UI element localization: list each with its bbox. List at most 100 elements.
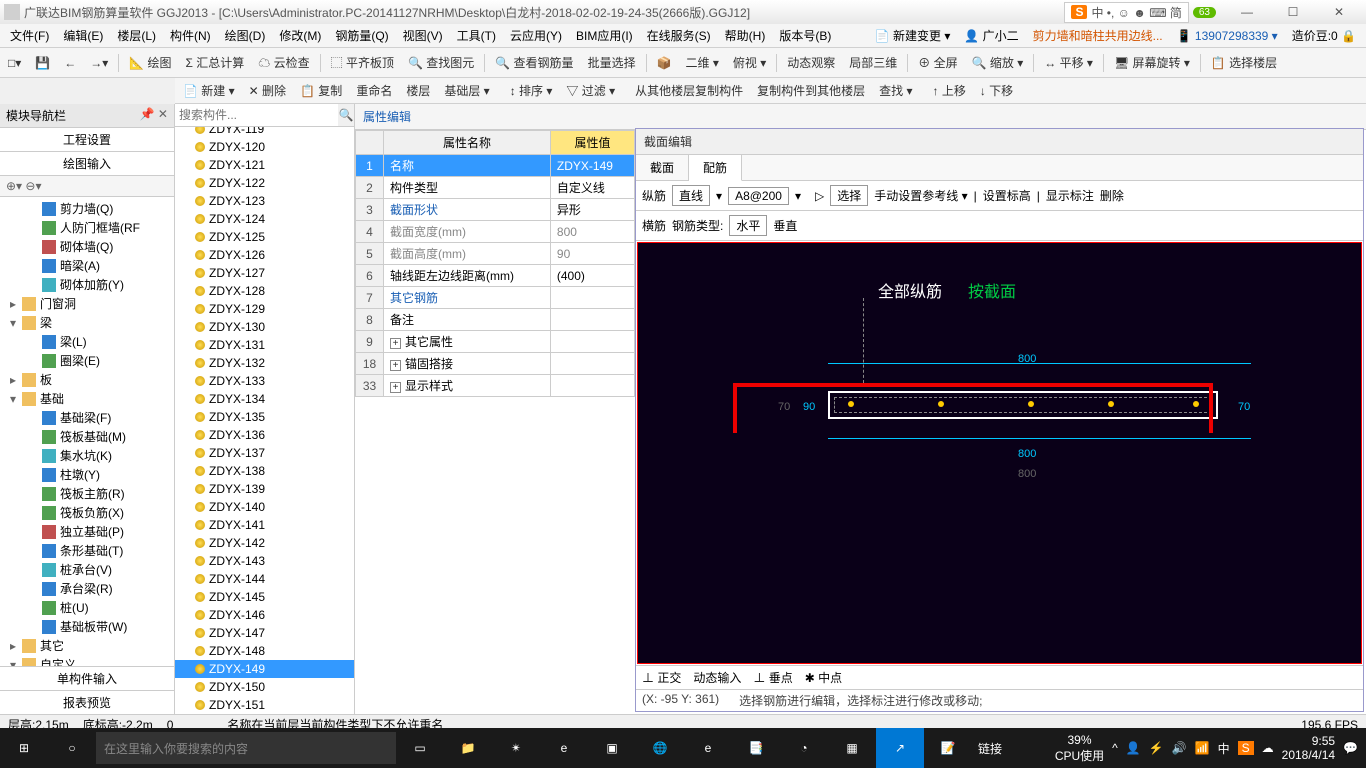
toolbar-item[interactable]: ⬚ 平齐板顶: [327, 54, 398, 71]
new-change[interactable]: 📄 新建变更 ▾: [869, 27, 957, 44]
delete-btn[interactable]: 删除: [1100, 187, 1124, 204]
tree-item[interactable]: ▸板: [2, 370, 172, 389]
component-item[interactable]: ZDYX-139: [175, 480, 354, 498]
select-button[interactable]: 选择: [830, 185, 868, 206]
component-item[interactable]: ZDYX-149: [175, 660, 354, 678]
toolbar-item[interactable]: 二维 ▾: [682, 54, 723, 71]
min-button[interactable]: —: [1224, 0, 1270, 24]
menu-item[interactable]: 构件(N): [164, 27, 217, 44]
component-item[interactable]: ZDYX-141: [175, 516, 354, 534]
component-item[interactable]: ZDYX-142: [175, 534, 354, 552]
ortho[interactable]: ⊥ 正交: [642, 669, 681, 686]
search-icon[interactable]: 🔍: [338, 104, 354, 126]
task-view-icon[interactable]: ▭: [396, 728, 444, 768]
menu-item[interactable]: 钢筋量(Q): [329, 27, 394, 44]
toolbar-item[interactable]: ▽ 过滤 ▾: [562, 82, 619, 99]
menu-item[interactable]: 编辑(E): [57, 27, 109, 44]
toolbar-item[interactable]: 🖥 屏幕旋转 ▾: [1110, 54, 1194, 71]
toolbar-item[interactable]: ↔ 平移 ▾: [1040, 54, 1097, 71]
component-item[interactable]: ZDYX-134: [175, 390, 354, 408]
tree-item[interactable]: 基础梁(F): [2, 408, 172, 427]
user-label[interactable]: 👤 广小二: [958, 27, 1024, 44]
tree-item[interactable]: 暗梁(A): [2, 256, 172, 275]
tab-single[interactable]: 单构件输入: [0, 666, 174, 690]
toolbar-item[interactable]: 局部三维: [845, 54, 901, 71]
component-item[interactable]: ZDYX-124: [175, 210, 354, 228]
menu-item[interactable]: 修改(M): [273, 27, 327, 44]
component-item[interactable]: ZDYX-138: [175, 462, 354, 480]
menu-item[interactable]: 工具(T): [451, 27, 502, 44]
component-item[interactable]: ZDYX-137: [175, 444, 354, 462]
tree-item[interactable]: 人防门框墙(RF: [2, 218, 172, 237]
component-item[interactable]: ZDYX-143: [175, 552, 354, 570]
tree-item[interactable]: 筏板基础(M): [2, 427, 172, 446]
property-row[interactable]: 9+其它属性: [356, 331, 635, 353]
line-button[interactable]: 直线: [672, 185, 710, 206]
toolbar-item[interactable]: 俯视 ▾: [729, 54, 770, 71]
set-height[interactable]: 设置标高: [983, 187, 1031, 204]
toolbar-item[interactable]: 📐 绘图: [125, 54, 175, 71]
tree-item[interactable]: ▸其它: [2, 636, 172, 655]
menu-item[interactable]: 绘图(D): [219, 27, 272, 44]
toolbar-item[interactable]: →▾: [86, 56, 112, 70]
toolbar-item[interactable]: 📦: [653, 56, 676, 70]
midpoint[interactable]: ✱ 中点: [805, 669, 842, 686]
toolbar-item[interactable]: 动态观察: [783, 54, 839, 71]
property-row[interactable]: 18+锚固搭接: [356, 353, 635, 375]
tree-item[interactable]: 剪力墙(Q): [2, 199, 172, 218]
toolbar-item[interactable]: 🔍 缩放 ▾: [968, 54, 1028, 71]
toolbar-item[interactable]: 📋 选择楼层: [1207, 54, 1281, 71]
toolbar-item[interactable]: ↓ 下移: [976, 82, 1017, 99]
component-item[interactable]: ZDYX-148: [175, 642, 354, 660]
tree-item[interactable]: 条形基础(T): [2, 541, 172, 560]
property-row[interactable]: 4截面宽度(mm)800: [356, 221, 635, 243]
component-item[interactable]: ZDYX-135: [175, 408, 354, 426]
menu-item[interactable]: 在线服务(S): [641, 27, 717, 44]
toolbar-item[interactable]: 📄 新建 ▾: [179, 82, 239, 99]
toolbar-item[interactable]: 楼层: [402, 82, 434, 99]
toolbar-item[interactable]: 基础层 ▾: [440, 82, 493, 99]
property-row[interactable]: 8备注: [356, 309, 635, 331]
toolbar-item[interactable]: 批量选择: [584, 54, 640, 71]
tree-item[interactable]: 砌体墙(Q): [2, 237, 172, 256]
menu-item[interactable]: 文件(F): [4, 27, 55, 44]
tree-item[interactable]: ▾自定义: [2, 655, 172, 666]
toolbar-item[interactable]: 💾: [31, 56, 54, 70]
tree-item[interactable]: 筏板负筋(X): [2, 503, 172, 522]
component-item[interactable]: ZDYX-150: [175, 678, 354, 696]
dyn-input[interactable]: 动态输入: [693, 669, 741, 686]
component-item[interactable]: ZDYX-136: [175, 426, 354, 444]
ime-bar[interactable]: S中 •, ☺ ☻ ⌨ 简: [1064, 2, 1188, 23]
spec-input[interactable]: A8@200: [728, 187, 789, 205]
tree-item[interactable]: 筏板主筋(R): [2, 484, 172, 503]
toolbar-item[interactable]: ←: [60, 56, 80, 70]
component-item[interactable]: ZDYX-145: [175, 588, 354, 606]
section-project[interactable]: 工程设置: [0, 128, 174, 152]
manual-ref[interactable]: 手动设置参考线 ▾: [874, 187, 967, 204]
component-item[interactable]: ZDYX-120: [175, 138, 354, 156]
phone-label[interactable]: 📱 13907298339 ▾: [1171, 29, 1284, 43]
toolbar-item[interactable]: ↕ 排序 ▾: [506, 82, 557, 99]
close-button[interactable]: ✕: [1316, 0, 1362, 24]
toolbar-item[interactable]: 复制构件到其他楼层: [753, 82, 869, 99]
tree-item[interactable]: 圈梁(E): [2, 351, 172, 370]
component-item[interactable]: ZDYX-144: [175, 570, 354, 588]
menu-item[interactable]: 视图(V): [397, 27, 449, 44]
tree-item[interactable]: 梁(L): [2, 332, 172, 351]
toolbar-item[interactable]: ☁ 云检查: [254, 54, 313, 71]
clock[interactable]: 9:552018/4/14: [1282, 734, 1335, 763]
component-item[interactable]: ZDYX-126: [175, 246, 354, 264]
menu-item[interactable]: 帮助(H): [719, 27, 772, 44]
component-item[interactable]: ZDYX-132: [175, 354, 354, 372]
property-row[interactable]: 3截面形状异形: [356, 199, 635, 221]
vert-type[interactable]: 垂直: [773, 217, 797, 234]
taskbar-search[interactable]: 在这里输入你要搜索的内容: [96, 732, 396, 764]
toolbar-item[interactable]: 查找 ▾: [875, 82, 916, 99]
tree-item[interactable]: ▸门窗洞: [2, 294, 172, 313]
pin-icon[interactable]: 📌 ✕: [140, 107, 168, 124]
tree-item[interactable]: 桩(U): [2, 598, 172, 617]
toolbar-item[interactable]: 🔍 查看钢筋量: [491, 54, 577, 71]
property-row[interactable]: 7其它钢筋: [356, 287, 635, 309]
menu-item[interactable]: BIM应用(I): [570, 27, 639, 44]
tree-item[interactable]: ▾梁: [2, 313, 172, 332]
